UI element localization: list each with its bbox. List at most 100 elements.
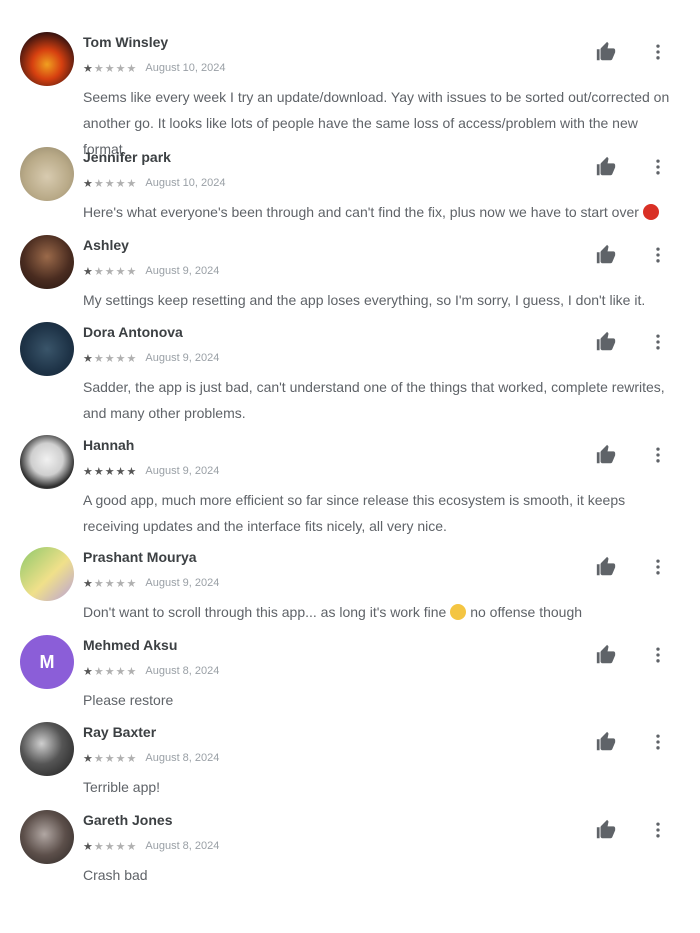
review-author: Tom Winsley [83,34,169,50]
star-empty-icon: ★ [93,840,105,853]
avatar[interactable] [20,810,74,864]
star-empty-icon: ★ [104,62,116,75]
star-filled-icon: ★ [83,465,94,478]
star-empty-icon: ★ [126,665,138,678]
star-filled-icon: ★ [83,840,94,853]
review-text-body: Crash bad [83,867,148,883]
heart-emoji-icon [642,204,659,220]
star-rating: ★★★★★ [83,752,137,765]
star-filled-icon: ★ [83,577,94,590]
star-empty-icon: ★ [115,840,127,853]
review-date: August 9, 2024 [145,577,220,589]
star-empty-icon: ★ [115,752,127,765]
review-text-body: Sadder, the app is just bad, can't under… [83,379,665,421]
star-empty-icon: ★ [115,665,127,678]
star-empty-icon: ★ [93,265,105,278]
review-meta: ★★★★★ August 8, 2024 [83,664,219,678]
thumbs-up-icon[interactable] [592,328,620,356]
review-date: August 8, 2024 [145,752,220,764]
star-empty-icon: ★ [104,752,116,765]
star-empty-icon: ★ [93,177,105,190]
review-meta: ★★★★★ August 8, 2024 [83,839,219,853]
star-empty-icon: ★ [93,752,105,765]
star-rating: ★★★★★ [83,577,137,590]
review-meta: ★★★★★ August 8, 2024 [83,751,219,765]
star-empty-icon: ★ [104,352,116,365]
star-filled-icon: ★ [115,465,127,478]
star-empty-icon: ★ [115,62,127,75]
avatar[interactable] [20,435,74,489]
thumbs-up-icon[interactable] [592,38,620,66]
star-empty-icon: ★ [126,352,138,365]
review-text: Don't want to scroll through this app...… [83,599,683,625]
review-text-body: Please restore [83,692,174,708]
more-vert-icon[interactable] [644,328,672,356]
star-empty-icon: ★ [104,265,116,278]
star-rating: ★★★★★ [83,665,137,678]
star-empty-icon: ★ [115,177,127,190]
smile-emoji-icon [450,604,467,620]
avatar[interactable]: M [20,635,74,689]
review-text-body: Don't want to scroll through this app...… [83,604,447,620]
review-date: August 10, 2024 [145,62,226,74]
star-filled-icon: ★ [83,752,94,765]
star-filled-icon: ★ [83,62,94,75]
star-empty-icon: ★ [93,577,105,590]
review-text: Here's what everyone's been through and … [83,199,683,225]
more-vert-icon[interactable] [644,38,672,66]
star-rating: ★★★★★ [83,62,137,75]
star-empty-icon: ★ [104,840,116,853]
review-meta: ★★★★★ August 9, 2024 [83,264,219,278]
review-meta: ★★★★★ August 10, 2024 [83,176,226,190]
thumbs-up-icon[interactable] [592,241,620,269]
thumbs-up-icon[interactable] [592,553,620,581]
review-text-body: My settings keep resetting and the app l… [83,292,646,308]
review-date: August 9, 2024 [145,265,220,277]
star-empty-icon: ★ [126,62,138,75]
star-filled-icon: ★ [126,465,138,478]
avatar[interactable] [20,322,74,376]
thumbs-up-icon[interactable] [592,153,620,181]
more-vert-icon[interactable] [644,553,672,581]
thumbs-up-icon[interactable] [592,816,620,844]
more-vert-icon[interactable] [644,641,672,669]
review-text-body: Terrible app! [83,779,161,795]
more-vert-icon[interactable] [644,241,672,269]
review-text: Seems like every week I try an update/do… [83,84,683,162]
review-text: Terrible app! [83,774,683,800]
review-text-body: A good app, much more efficient so far s… [83,492,626,534]
star-empty-icon: ★ [93,665,105,678]
star-empty-icon: ★ [115,352,127,365]
avatar[interactable] [20,722,74,776]
review-date: August 9, 2024 [145,465,220,477]
thumbs-up-icon[interactable] [592,728,620,756]
review-text: My settings keep resetting and the app l… [83,287,683,313]
avatar[interactable] [20,235,74,289]
review-text-body: Seems like every week I try an update/do… [83,89,670,157]
avatar[interactable] [20,32,74,86]
star-rating: ★★★★★ [83,465,137,478]
star-filled-icon: ★ [104,465,116,478]
review-author: Ray Baxter [83,724,157,740]
star-empty-icon: ★ [126,752,138,765]
review-author: Mehmed Aksu [83,637,178,653]
star-empty-icon: ★ [126,177,138,190]
more-vert-icon[interactable] [644,728,672,756]
review-date: August 10, 2024 [145,177,226,189]
star-empty-icon: ★ [126,265,138,278]
more-vert-icon[interactable] [644,816,672,844]
star-empty-icon: ★ [126,840,138,853]
review-text: Sadder, the app is just bad, can't under… [83,374,683,426]
star-filled-icon: ★ [83,665,94,678]
reviews-list: Tom Winsley ★★★★★ August 10, 2024 Seems lik… [0,0,700,933]
star-filled-icon: ★ [93,465,105,478]
star-empty-icon: ★ [93,352,105,365]
thumbs-up-icon[interactable] [592,441,620,469]
avatar[interactable] [20,547,74,601]
more-vert-icon[interactable] [644,153,672,181]
review-text: A good app, much more efficient so far s… [83,487,683,539]
thumbs-up-icon[interactable] [592,641,620,669]
more-vert-icon[interactable] [644,441,672,469]
avatar[interactable] [20,147,74,201]
star-rating: ★★★★★ [83,352,137,365]
